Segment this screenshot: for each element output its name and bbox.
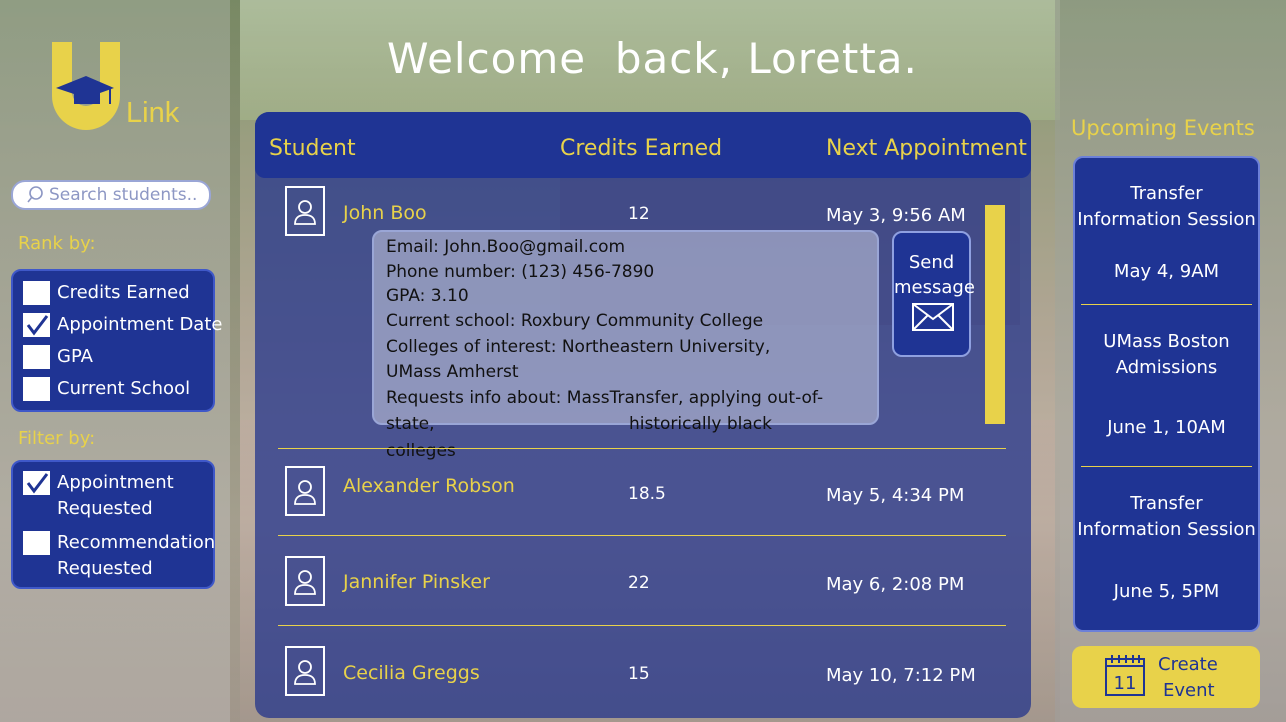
user-icon xyxy=(294,200,316,225)
detail-colleges-cont: UMass Amherst xyxy=(386,362,519,382)
ulink-logo xyxy=(52,42,120,130)
svg-text:11: 11 xyxy=(1114,673,1137,694)
rank-by-label: Rank by: xyxy=(18,233,96,254)
credits-earned: 22 xyxy=(628,573,650,593)
rank-option-label: Appointment Date xyxy=(57,314,223,335)
next-appointment: May 5, 4:34 PM xyxy=(826,485,965,506)
column-header-credits[interactable]: Credits Earned xyxy=(560,136,722,161)
column-header-appointment[interactable]: Next Appointment xyxy=(826,136,1027,161)
next-appointment: May 10, 7:12 PM xyxy=(826,665,976,686)
checkbox-checked[interactable] xyxy=(23,471,50,495)
send-message-label: message xyxy=(894,277,975,298)
detail-requests: Requests info about: MassTransfer, apply… xyxy=(386,388,824,408)
filter-option-label: Recommendation xyxy=(57,532,216,553)
user-icon xyxy=(294,570,316,595)
rank-option-label: Credits Earned xyxy=(57,282,190,303)
avatar xyxy=(285,186,325,236)
rank-option-label: GPA xyxy=(57,346,93,367)
avatar xyxy=(285,646,325,696)
event-item[interactable]: Transfer Information Session May 4, 9AM xyxy=(1075,181,1258,285)
send-message-label: Send xyxy=(908,252,955,273)
event-title: Information Session xyxy=(1077,519,1256,540)
upcoming-events-title: Upcoming Events xyxy=(1071,116,1255,140)
student-name[interactable]: Cecilia Greggs xyxy=(343,662,480,684)
event-divider xyxy=(1081,304,1252,305)
event-title: UMass Boston xyxy=(1103,331,1230,352)
event-title: Transfer xyxy=(1130,183,1203,204)
avatar xyxy=(285,466,325,516)
checkmark-icon xyxy=(26,473,49,494)
event-divider xyxy=(1081,466,1252,467)
detail-requests-cont: colleges xyxy=(386,441,456,461)
credits-earned: 12 xyxy=(628,204,650,224)
create-event-button[interactable]: 11 Create Event xyxy=(1072,646,1260,708)
user-icon xyxy=(294,660,316,685)
event-date: June 1, 10AM xyxy=(1107,417,1226,438)
checkmark-icon xyxy=(26,315,49,336)
filter-option-recommendation-requested[interactable]: Recommendation Requested xyxy=(23,530,215,582)
rank-option-current-school[interactable]: Current School xyxy=(23,376,190,402)
rank-option-label: Current School xyxy=(57,378,191,399)
event-date: June 5, 5PM xyxy=(1113,581,1220,602)
event-title: Admissions xyxy=(1115,357,1218,378)
detail-requests-cont: state, historically black xyxy=(386,414,772,434)
next-appointment: May 6, 2:08 PM xyxy=(826,574,965,595)
event-date: May 4, 9AM xyxy=(1113,261,1220,282)
row-divider xyxy=(278,535,1006,536)
rank-option-gpa[interactable]: GPA xyxy=(23,344,93,370)
event-item[interactable]: UMass Boston Admissions June 1, 10AM xyxy=(1075,329,1258,441)
detail-school: Current school: Roxbury Community Colleg… xyxy=(386,311,764,331)
search-icon xyxy=(27,186,43,203)
event-title: Transfer xyxy=(1130,493,1203,514)
row-divider xyxy=(278,625,1006,626)
send-message-button[interactable]: Send message xyxy=(892,231,975,357)
event-item[interactable]: Transfer Information Session June 5, 5PM xyxy=(1075,491,1258,605)
scrollbar[interactable] xyxy=(985,205,1005,424)
checkbox[interactable] xyxy=(23,345,50,369)
detail-colleges: Colleges of interest: Northeastern Unive… xyxy=(386,337,771,357)
create-event-label: Event xyxy=(1163,680,1215,701)
rank-option-appointment-date[interactable]: Appointment Date xyxy=(23,312,222,338)
filter-option-label: Appointment xyxy=(57,472,174,493)
detail-gpa: GPA: 3.10 xyxy=(386,286,469,306)
calendar-icon: 11 xyxy=(1105,655,1145,696)
avatar xyxy=(285,556,325,606)
filter-by-label: Filter by: xyxy=(18,428,96,449)
checkbox[interactable] xyxy=(23,281,50,305)
next-appointment: May 3, 9:56 AM xyxy=(826,205,966,226)
student-name[interactable]: Alexander Robson xyxy=(343,475,515,497)
search-box[interactable] xyxy=(11,180,211,210)
logo-text: Link xyxy=(126,97,180,129)
welcome-heading: Welcome back, Loretta. xyxy=(387,34,918,83)
user-icon xyxy=(294,480,316,505)
filter-option-appointment-requested[interactable]: Appointment Requested xyxy=(23,470,174,522)
envelope-icon xyxy=(912,303,954,331)
checkbox-checked[interactable] xyxy=(23,313,50,337)
credits-earned: 15 xyxy=(628,664,650,684)
row-divider xyxy=(278,448,1006,449)
student-name[interactable]: John Boo xyxy=(343,202,427,224)
filter-option-label: Requested xyxy=(57,498,153,519)
rank-option-credits[interactable]: Credits Earned xyxy=(23,280,190,306)
create-event-label: Create xyxy=(1158,654,1218,675)
checkbox[interactable] xyxy=(23,531,50,555)
column-header-student[interactable]: Student xyxy=(269,136,356,161)
search-input[interactable] xyxy=(49,185,209,205)
filter-option-label: Requested xyxy=(57,558,153,579)
detail-phone: Phone number: (123) 456-7890 xyxy=(386,262,655,282)
credits-earned: 18.5 xyxy=(628,484,666,504)
event-title: Information Session xyxy=(1077,209,1256,230)
detail-email: Email: John.Boo@gmail.com xyxy=(386,237,626,257)
student-name[interactable]: Jannifer Pinsker xyxy=(343,571,490,593)
checkbox[interactable] xyxy=(23,377,50,401)
